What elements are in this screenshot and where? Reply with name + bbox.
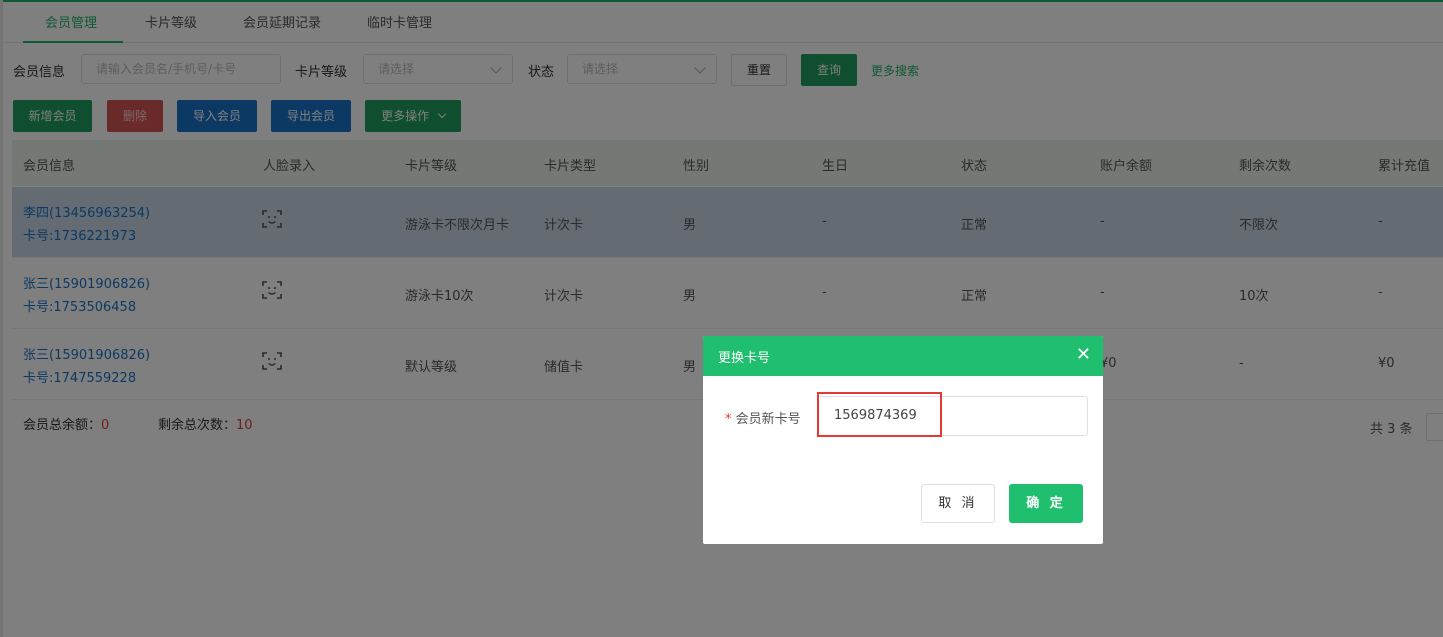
new-card-number-label: * 会员新卡号	[725, 408, 801, 427]
required-mark: *	[725, 412, 732, 427]
close-icon[interactable]: ✕	[1076, 344, 1091, 366]
confirm-button[interactable]: 确 定	[1009, 484, 1083, 523]
highlight-box	[817, 392, 942, 437]
change-card-dialog: 更换卡号 ✕ * 会员新卡号 1569874369 取 消 确 定	[703, 336, 1103, 544]
dialog-title: 更换卡号	[718, 351, 771, 366]
cancel-button[interactable]: 取 消	[921, 484, 995, 523]
new-card-number-label-text: 会员新卡号	[735, 412, 801, 427]
dialog-header: 更换卡号 ✕	[703, 336, 1103, 376]
